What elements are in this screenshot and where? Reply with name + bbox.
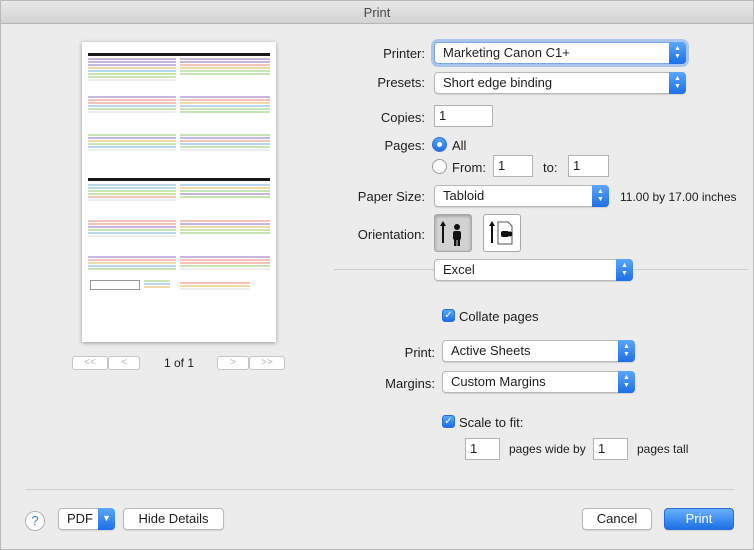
printer-label: Printer:	[383, 46, 425, 61]
preview-block	[180, 134, 270, 152]
scale-to-fit-label: Scale to fit:	[459, 415, 524, 430]
scale-to-fit-checkbox[interactable]: ✓	[442, 415, 455, 428]
portrait-person-icon	[440, 221, 461, 246]
paper-size-popup[interactable]: Tabloid ▲ ▼	[434, 185, 609, 207]
preview-block	[180, 220, 270, 235]
page-indicator: 1 of 1	[163, 356, 195, 370]
preview-legend	[90, 280, 140, 290]
pages-wide-input[interactable]: 1	[465, 438, 500, 460]
preview-block	[180, 256, 270, 271]
collate-label: Collate pages	[459, 309, 539, 324]
popup-arrows-icon: ▲ ▼	[618, 371, 635, 393]
popup-arrows-icon: ▲ ▼	[616, 259, 633, 281]
popup-arrows-icon: ▲ ▼	[592, 185, 609, 207]
pages-from-input[interactable]: 1	[493, 155, 533, 177]
margins-label: Margins:	[385, 376, 435, 391]
copies-input[interactable]: 1	[434, 105, 493, 127]
presets-label: Presets:	[377, 75, 425, 90]
application-section-value: Excel	[443, 262, 475, 277]
application-section-popup[interactable]: Excel ▲ ▼	[434, 259, 633, 281]
previous-page-button[interactable]: <	[108, 356, 140, 370]
landscape-person-icon	[489, 221, 513, 245]
window-title: Print	[1, 1, 753, 24]
margins-value: Custom Margins	[451, 374, 546, 389]
pages-tall-label: pages tall	[637, 442, 689, 456]
preview-block	[180, 96, 270, 114]
paper-size-label: Paper Size:	[357, 189, 425, 204]
pdf-chevron-down-icon: ▼	[98, 508, 115, 530]
preview-header-bar	[88, 178, 270, 181]
pages-label: Pages:	[384, 138, 425, 153]
pages-to-label: to:	[543, 160, 558, 175]
preview-block	[180, 184, 270, 199]
orientation-label: Orientation:	[357, 227, 425, 242]
preview-header-bar	[88, 53, 270, 56]
popup-arrows-icon: ▲ ▼	[669, 72, 686, 94]
preview-block	[88, 96, 176, 114]
margins-popup[interactable]: Custom Margins ▲ ▼	[442, 371, 635, 393]
pdf-menu-button[interactable]: PDF ▼	[58, 508, 115, 530]
preview-legend	[144, 280, 170, 289]
popup-arrows-icon: ▲ ▼	[669, 42, 686, 64]
portrait-orientation-button[interactable]	[434, 214, 472, 252]
pages-wide-label: pages wide by	[509, 442, 586, 456]
pages-to-input[interactable]: 1	[568, 155, 609, 177]
paper-dimensions: 11.00 by 17.00 inches	[620, 190, 737, 204]
paper-size-value: Tabloid	[443, 188, 485, 203]
print-what-value: Active Sheets	[451, 343, 531, 358]
preview-block	[88, 220, 176, 238]
preview-block	[88, 184, 176, 202]
pages-all-label: All	[452, 138, 467, 153]
presets-value: Short edge binding	[443, 75, 553, 90]
print-preview-page	[82, 42, 276, 342]
print-what-popup[interactable]: Active Sheets ▲ ▼	[442, 340, 635, 362]
printer-value: Marketing Canon C1+	[443, 45, 570, 60]
preview-block	[180, 58, 270, 76]
print-what-label: Print:	[404, 345, 435, 360]
pdf-label: PDF	[67, 511, 93, 526]
pages-range-radio[interactable]	[432, 159, 447, 174]
help-button[interactable]: ?	[25, 511, 45, 531]
print-dialog: Print << < 1 of 1 > >> Printer: Marketin…	[0, 0, 754, 550]
preview-block	[88, 58, 176, 82]
print-button[interactable]: Print	[664, 508, 734, 530]
footer-separator	[25, 489, 735, 490]
pages-from-label: From:	[452, 160, 486, 175]
popup-arrows-icon: ▲ ▼	[618, 340, 635, 362]
cancel-button[interactable]: Cancel	[582, 508, 652, 530]
collate-checkbox[interactable]: ✓	[442, 309, 455, 322]
preview-block	[180, 282, 250, 291]
first-page-button[interactable]: <<	[72, 356, 108, 370]
pages-tall-input[interactable]: 1	[593, 438, 628, 460]
hide-details-button[interactable]: Hide Details	[123, 508, 224, 530]
presets-popup[interactable]: Short edge binding ▲ ▼	[434, 72, 686, 94]
copies-label: Copies:	[380, 110, 425, 125]
preview-block	[88, 256, 176, 271]
printer-popup[interactable]: Marketing Canon C1+ ▲ ▼	[434, 42, 686, 64]
preview-block	[88, 134, 176, 152]
next-page-button[interactable]: >	[217, 356, 249, 370]
landscape-orientation-button[interactable]	[483, 214, 521, 252]
pages-all-radio[interactable]	[432, 137, 447, 152]
last-page-button[interactable]: >>	[249, 356, 285, 370]
